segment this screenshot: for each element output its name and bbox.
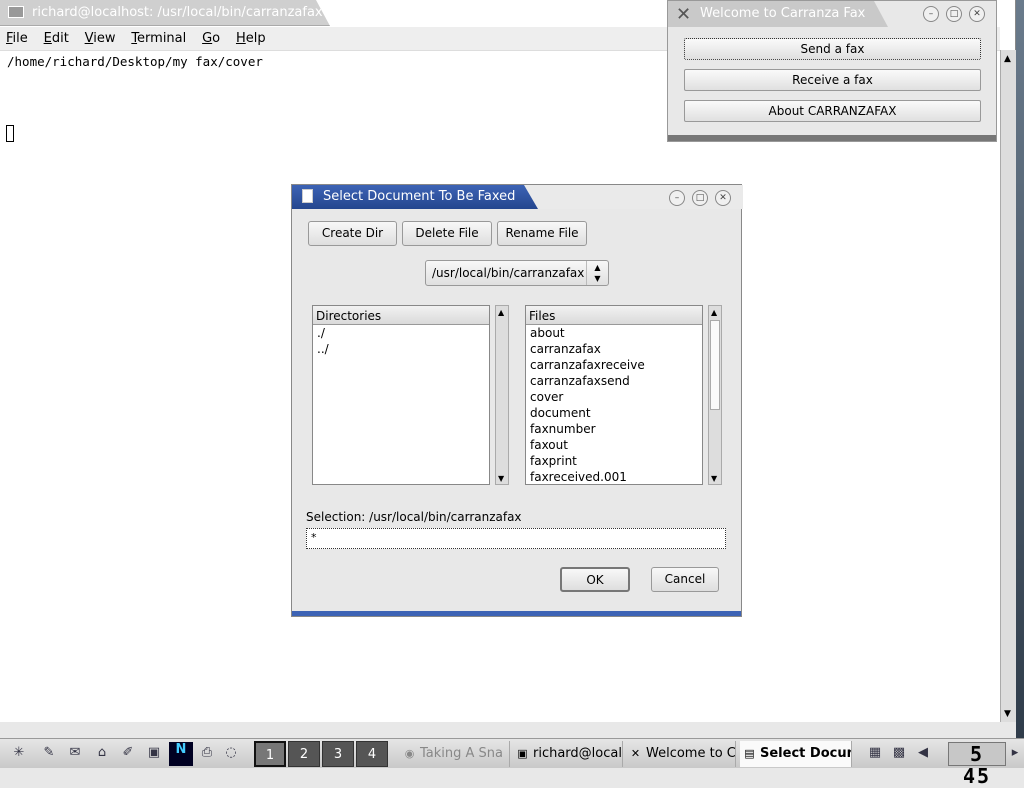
window-border [292,611,741,616]
list-item[interactable]: ../ [313,341,489,357]
create-dir-button[interactable]: Create Dir [308,221,397,246]
task-label: Select Docum [760,746,852,761]
terminal-titlebar[interactable]: richard@localhost: /usr/local/bin/carran… [0,0,330,26]
workspace-1[interactable]: 1 [254,741,286,767]
menu-terminal[interactable]: Terminal [125,27,192,46]
list-item[interactable]: faxreceived.001 [526,469,702,484]
launcher-icon[interactable]: ✎ [40,745,58,763]
printer-icon[interactable]: ⎙ [198,745,216,763]
task-select-document[interactable]: ▤ Select Docum [740,741,852,767]
list-item[interactable]: document [526,405,702,421]
workspace-4[interactable]: 4 [356,741,388,767]
klipper-icon[interactable]: ▦ [866,745,884,763]
terminal-cursor [6,125,14,142]
x-app-icon: ✕ [676,4,692,25]
tools-icon[interactable]: ✐ [119,745,137,763]
home-icon[interactable]: ⌂ [93,745,111,763]
scroll-down-icon[interactable]: ▼ [498,474,504,483]
menu-help[interactable]: Help [230,27,272,46]
document-icon [302,189,313,203]
select-document-dialog: Select Document To Be Faxed – □ ✕ Create… [291,184,743,617]
list-item[interactable]: ./ [313,325,489,341]
path-dropdown[interactable]: /usr/local/bin/carranzafax ▲ ▼ [425,260,609,286]
list-item[interactable]: about [526,325,702,341]
menu-go[interactable]: Go [196,27,226,46]
path-dropdown-value: /usr/local/bin/carranzafax [432,266,585,280]
terminal-launcher-icon[interactable]: ▣ [145,745,163,763]
directories-scrollbar[interactable]: ▲ ▼ [495,305,509,485]
document-icon: ▤ [744,747,755,760]
menu-view[interactable]: View [79,27,122,46]
task-terminal[interactable]: ▣ richard@local [513,741,623,767]
workspace-3[interactable]: 3 [322,741,354,767]
selection-label: Selection: /usr/local/bin/carranzafax [306,510,522,524]
task-taking-snapshot[interactable]: ◉ Taking A Sna [400,741,510,767]
maximize-icon[interactable]: □ [692,190,708,206]
selection-input[interactable]: * [306,528,726,549]
terminal-title: richard@localhost: /usr/local/bin/carran… [32,5,323,20]
task-label: Welcome to C [646,746,736,761]
rename-file-button[interactable]: Rename File [497,221,587,246]
close-icon[interactable]: ✕ [715,190,731,206]
minimize-icon[interactable]: – [669,190,685,206]
scroll-up-icon[interactable]: ▲ [711,308,717,317]
start-menu-icon[interactable]: ✳ [10,745,28,763]
terminal-icon [8,6,24,18]
clock[interactable]: 5 45 [948,742,1006,787]
carranza-titlebar[interactable]: ✕ Welcome to Carranza Fax [668,1,888,27]
scroll-up-icon[interactable]: ▲ [498,308,504,317]
list-item[interactable]: carranzafaxreceive [526,357,702,373]
mail-icon[interactable]: ✉ [66,745,84,763]
calendar-icon[interactable]: ▩ [890,745,908,763]
close-icon[interactable]: ✕ [969,6,985,22]
terminal-icon: ▣ [517,747,528,760]
menu-edit[interactable]: Edit [38,27,75,46]
dialog-title: Select Document To Be Faxed [323,189,516,204]
list-item[interactable]: faxout [526,437,702,453]
nedit-icon[interactable]: N [169,742,193,766]
scroll-down-icon[interactable]: ▼ [1004,709,1011,719]
chat-icon[interactable]: ◌ [222,745,240,763]
list-item[interactable]: carranzafax [526,341,702,357]
workspace-2[interactable]: 2 [288,741,320,767]
delete-file-button[interactable]: Delete File [402,221,492,246]
menu-file[interactable]: File [0,27,34,46]
scroll-right-icon[interactable]: ▸ [1010,745,1020,763]
dialog-titlebar[interactable]: Select Document To Be Faxed – □ ✕ [292,185,743,209]
updown-arrows-icon: ▲ ▼ [586,261,608,285]
files-list[interactable]: Files about carranzafax carranzafaxrecei… [525,305,703,485]
window-border [668,135,996,141]
carranza-window: ✕ Welcome to Carranza Fax – □ ✕ Send a f… [667,0,997,142]
list-item[interactable]: faxnumber [526,421,702,437]
scroll-up-icon[interactable]: ▲ [1004,54,1011,64]
task-label: richard@local [533,746,622,761]
send-fax-button[interactable]: Send a fax [684,38,981,60]
terminal-scrollbar[interactable]: ▲ ▼ [1000,50,1016,722]
minimize-icon[interactable]: – [923,6,939,22]
desktop-background [1016,0,1024,740]
list-item[interactable]: faxprint [526,453,702,469]
scroll-down-icon[interactable]: ▼ [711,474,717,483]
directories-header: Directories [313,306,489,325]
scrollbar-thumb[interactable] [710,320,720,410]
receive-fax-button[interactable]: Receive a fax [684,69,981,91]
about-button[interactable]: About CARRANZAFAX [684,100,981,122]
task-carranza[interactable]: ✕ Welcome to C [626,741,736,767]
carranza-title: Welcome to Carranza Fax [700,6,866,21]
files-header: Files [526,306,702,325]
ok-button[interactable]: OK [560,567,630,592]
maximize-icon[interactable]: □ [946,6,962,22]
volume-icon[interactable]: ◀ [914,745,932,763]
dialog-title-tab: Select Document To Be Faxed [292,185,538,209]
x-app-icon: ✕ [630,747,641,760]
files-scrollbar[interactable]: ▲ ▼ [708,305,722,485]
taskbar: ✳ ✎ ✉ ⌂ ✐ ▣ N ⎙ ◌ 1 2 3 4 ◉ Taking A Sna… [0,738,1024,787]
list-item[interactable]: carranzafaxsend [526,373,702,389]
camera-icon: ◉ [404,747,415,760]
list-item[interactable]: cover [526,389,702,405]
task-label: Taking A Sna [420,746,504,761]
directories-list[interactable]: Directories ./ ../ [312,305,490,485]
terminal-output: /home/richard/Desktop/my fax/cover [7,54,263,69]
cancel-button[interactable]: Cancel [651,567,719,592]
